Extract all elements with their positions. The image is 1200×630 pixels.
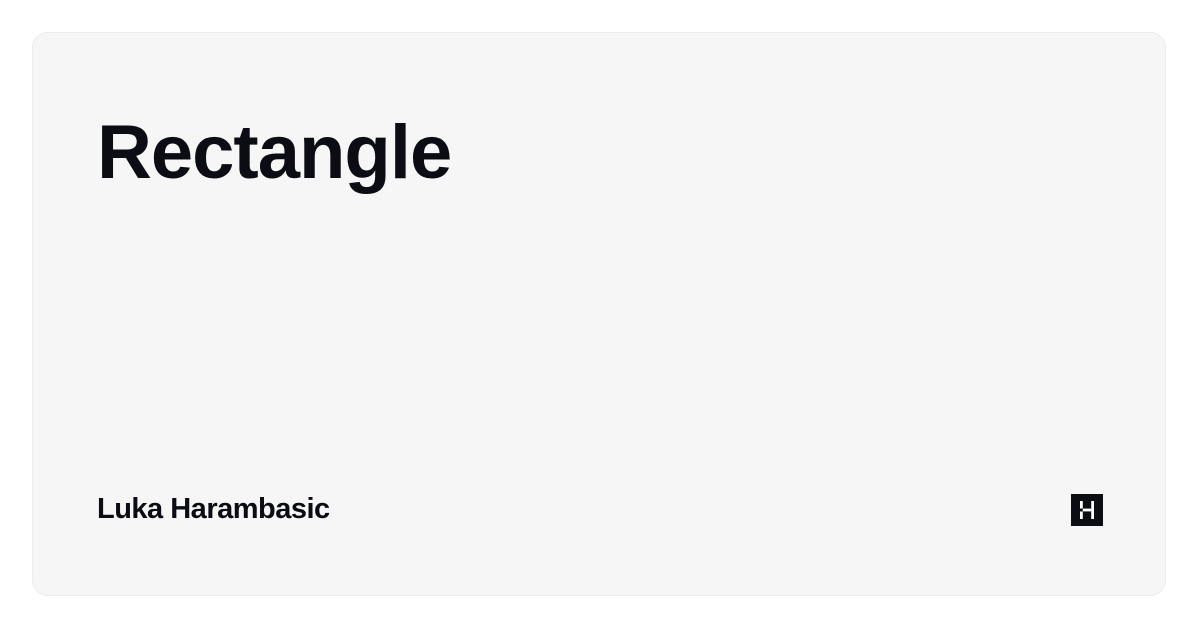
logo-h-icon [1071,494,1103,526]
og-card: Rectangle Luka Harambasic [32,32,1166,596]
page-title: Rectangle [97,110,452,195]
author-name: Luka Harambasic [97,493,330,525]
